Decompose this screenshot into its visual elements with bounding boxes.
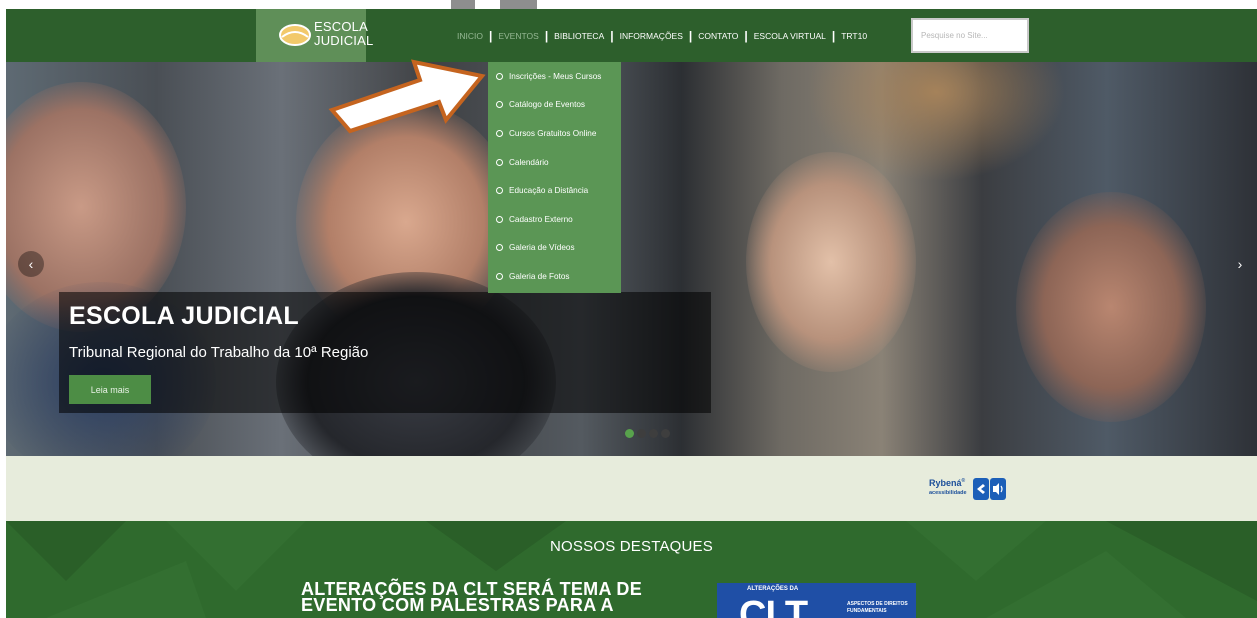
dropdown-item-calendario[interactable]: Calendário <box>488 148 621 177</box>
nav-item-escola-virtual[interactable]: ESCOLA VIRTUAL <box>749 31 831 41</box>
circle-bullet-icon <box>496 158 503 166</box>
nav-item-trt10[interactable]: TRT10 <box>836 31 872 41</box>
registered-mark: ® <box>961 478 966 484</box>
dropdown-item-label: Galeria de Vídeos <box>509 243 575 253</box>
nav-item-contato[interactable]: CONTATO <box>693 31 743 41</box>
logo-text: ESCOLA JUDICIAL <box>314 20 373 48</box>
circle-bullet-icon <box>496 101 503 109</box>
circle-bullet-icon <box>496 272 503 280</box>
dropdown-item-galeria-videos[interactable]: Galeria de Vídeos <box>488 234 621 263</box>
nav-item-informacoes[interactable]: INFORMAÇÕES <box>615 31 688 41</box>
dropdown-item-catalogo[interactable]: Catálogo de Eventos <box>488 91 621 120</box>
rybena-subtitle: acessibilidade <box>929 490 967 496</box>
dropdown-item-educacao-distancia[interactable]: Educação a Distância <box>488 176 621 205</box>
dropdown-item-inscricoes[interactable]: Inscrições - Meus Cursos <box>488 62 621 91</box>
highlight-news-thumbnail[interactable]: ALTERAÇÕES DA CLT ASPECTOS DE DIREITOS F… <box>717 583 916 618</box>
highlight-news-headline[interactable]: ALTERAÇÕES DA CLT SERÁ TEMA DE EVENTO CO… <box>301 580 642 615</box>
hero-slider: ESCOLA JUDICIAL Tribunal Regional do Tra… <box>6 62 1257 456</box>
hero-subtitle: Tribunal Regional do Trabalho da 10ª Reg… <box>69 344 369 361</box>
slider-dot-2[interactable] <box>637 429 646 438</box>
headline-line-2: EVENTO COM PALESTRAS PARA A <box>301 595 614 615</box>
hero-caption: ESCOLA JUDICIAL Tribunal Regional do Tra… <box>59 292 711 413</box>
dropdown-item-cadastro-externo[interactable]: Cadastro Externo <box>488 205 621 234</box>
site-logo[interactable]: ESCOLA JUDICIAL <box>256 9 373 62</box>
thumbnail-side-line-1: ASPECTOS DE DIREITOS <box>847 601 908 607</box>
dropdown-item-label: Calendário <box>509 157 549 167</box>
slider-dot-1[interactable] <box>625 429 634 438</box>
dropdown-item-label: Cursos Gratuitos Online <box>509 128 597 138</box>
nav-hover-indicator <box>500 0 537 9</box>
page: ESCOLA JUDICIAL INICIO | EVENTOS | BIBLI… <box>0 0 1257 618</box>
dropdown-item-label: Inscrições - Meus Cursos <box>509 71 602 81</box>
circle-bullet-icon <box>496 72 503 80</box>
circle-bullet-icon <box>496 129 503 137</box>
circle-bullet-icon <box>496 187 503 195</box>
circle-bullet-icon <box>496 244 503 252</box>
hero-photo-person-right <box>1016 192 1206 422</box>
rybena-brand: Rybená® <box>929 478 966 488</box>
main-menu: INICIO | EVENTOS | BIBLIOTECA | INFORMAÇ… <box>452 9 872 62</box>
dropdown-item-label: Educação a Distância <box>509 186 589 196</box>
logo-line-2: JUDICIAL <box>314 33 374 48</box>
search-box <box>911 18 1029 53</box>
slider-next-icon[interactable]: › <box>1227 251 1253 277</box>
thumbnail-side-line-2: FUNDAMENTAIS <box>847 608 887 614</box>
sign-language-audio-icon <box>973 478 1006 500</box>
accessibility-strip: Rybená® acessibilidade <box>6 456 1257 521</box>
read-more-button[interactable]: Leia mais <box>69 375 151 404</box>
highlights-section: NOSSOS DESTAQUES ALTERAÇÕES DA CLT SERÁ … <box>6 521 1257 618</box>
slider-dots <box>625 429 670 438</box>
hero-title: ESCOLA JUDICIAL <box>69 302 299 330</box>
slider-prev-icon[interactable]: ‹ <box>18 251 44 277</box>
thumbnail-big-text: CLT <box>739 594 808 618</box>
highlights-title: NOSSOS DESTAQUES <box>550 538 713 555</box>
circle-bullet-icon <box>496 215 503 223</box>
escola-judicial-emblem-icon <box>279 24 311 46</box>
eventos-dropdown-menu: Inscrições - Meus Cursos Catálogo de Eve… <box>488 62 621 293</box>
thumbnail-top-text: ALTERAÇÕES DA <box>747 586 799 592</box>
nav-item-eventos[interactable]: EVENTOS <box>493 31 543 41</box>
rybena-accessibility-button[interactable]: Rybená® acessibilidade <box>929 476 1006 502</box>
dropdown-item-galeria-fotos[interactable]: Galeria de Fotos <box>488 262 621 291</box>
dropdown-item-label: Galeria de Fotos <box>509 271 570 281</box>
dropdown-item-cursos-gratuitos[interactable]: Cursos Gratuitos Online <box>488 119 621 148</box>
dropdown-item-label: Catálogo de Eventos <box>509 100 586 110</box>
nav-item-biblioteca[interactable]: BIBLIOTECA <box>549 31 609 41</box>
slider-dot-3[interactable] <box>649 429 658 438</box>
dropdown-item-label: Cadastro Externo <box>509 214 573 224</box>
thumbnail-side-text: ASPECTOS DE DIREITOS FUNDAMENTAIS <box>847 601 908 615</box>
nav-active-indicator <box>451 0 475 9</box>
slider-dot-4[interactable] <box>661 429 670 438</box>
top-navbar: ESCOLA JUDICIAL INICIO | EVENTOS | BIBLI… <box>6 0 1257 62</box>
hero-photo-person-woman <box>746 152 916 372</box>
logo-line-1: ESCOLA <box>314 19 368 34</box>
nav-item-inicio[interactable]: INICIO <box>452 31 488 41</box>
search-input[interactable] <box>913 20 1027 51</box>
